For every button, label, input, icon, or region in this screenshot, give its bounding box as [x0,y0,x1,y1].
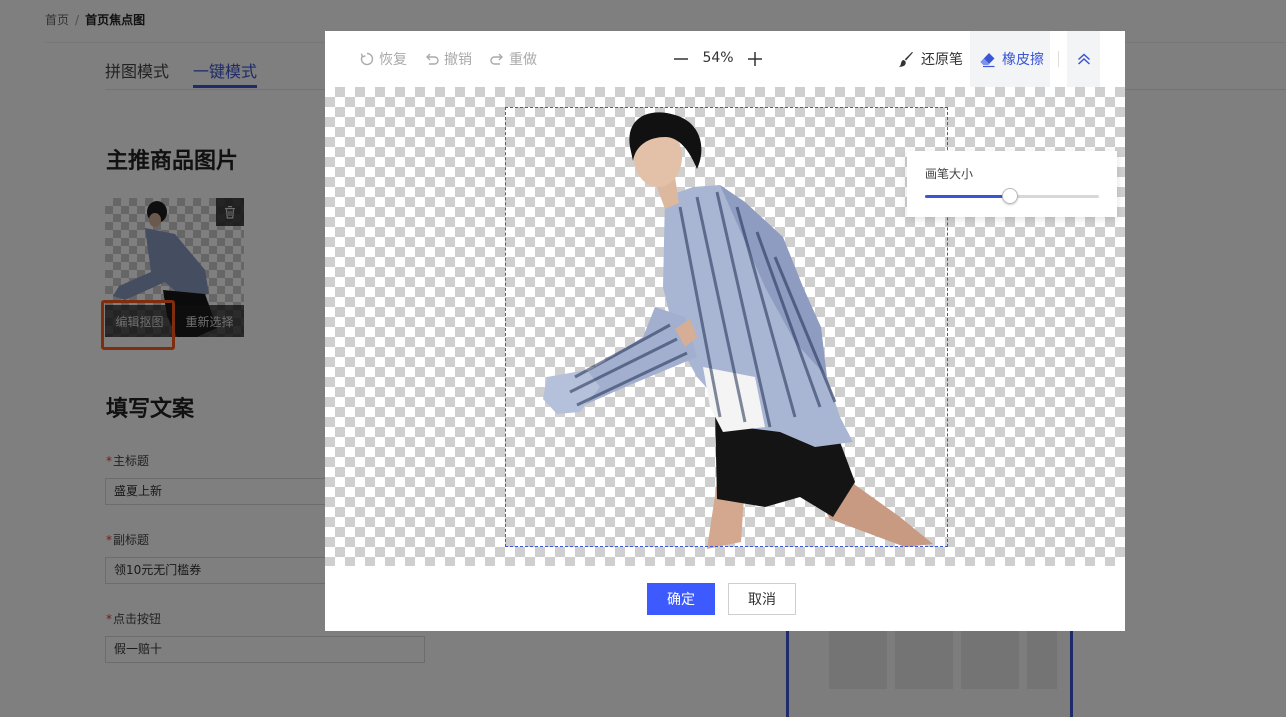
brush-size-fill [925,195,1011,198]
cancel-button[interactable]: 取消 [728,583,796,615]
undo-icon [426,53,439,65]
brush-icon [899,51,913,67]
confirm-button[interactable]: 确定 [647,583,715,615]
eraser-tool[interactable]: 橡皮擦 [979,50,1044,68]
toolbar-divider [1058,51,1059,67]
collapse-toolbar-button[interactable] [1067,31,1100,87]
redo-icon [490,53,503,65]
zoom-in-icon[interactable] [746,50,764,68]
crop-frame[interactable] [505,107,948,547]
editor-toolbar: 恢复 撤销 重做 54% 还原笔 橡皮擦 [325,31,1125,87]
brush-size-label: 画笔大小 [925,167,974,181]
brush-size-slider[interactable] [925,188,1099,204]
restore-icon [360,52,374,66]
restore-brush-tool[interactable]: 还原笔 [898,50,963,68]
cutout-editor-modal: 恢复 撤销 重做 54% 还原笔 橡皮擦 画笔大小 确定 取消 [325,31,1125,631]
modal-footer: 确定 取消 [325,566,1125,631]
zoom-out-icon[interactable] [672,50,690,68]
eraser-icon [980,52,995,67]
brush-size-handle[interactable] [1002,188,1019,204]
brush-size-panel: 画笔大小 [907,151,1117,217]
redo-button[interactable]: 重做 [489,50,537,68]
restore-button[interactable]: 恢复 [359,50,407,68]
editor-canvas[interactable]: 画笔大小 [325,87,1125,566]
zoom-level: 54% [702,50,734,66]
undo-button[interactable]: 撤销 [424,50,472,68]
collapse-icon [1077,53,1090,65]
